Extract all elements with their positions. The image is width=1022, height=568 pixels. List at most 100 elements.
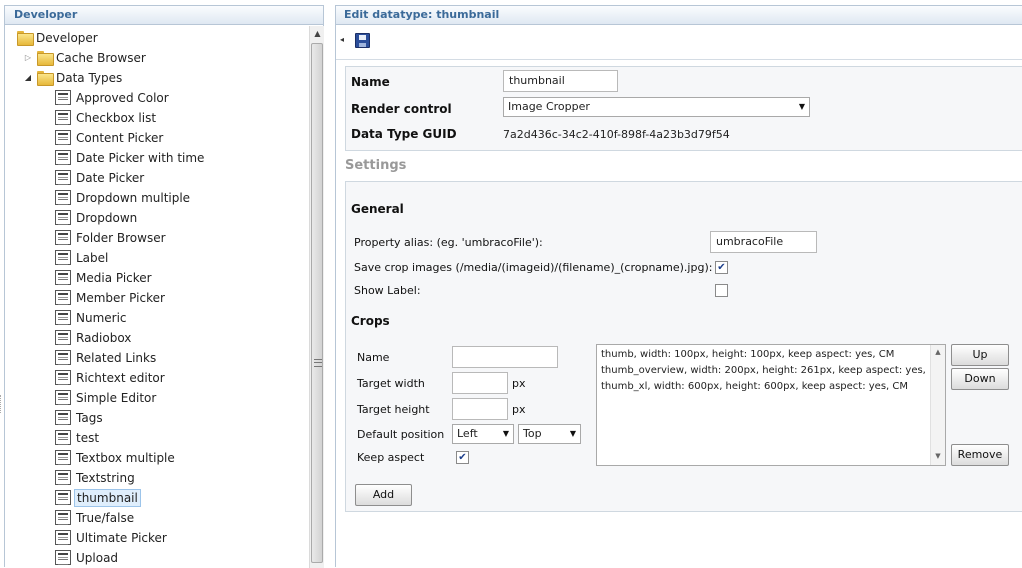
tree-node-label: Textbox multiple — [76, 451, 175, 465]
splitter-handle[interactable] — [0, 395, 3, 413]
scrollbar-thumb[interactable] — [311, 43, 323, 563]
tree-node-data-type[interactable]: Media Picker — [55, 269, 295, 287]
tree-node-label: test — [76, 431, 100, 445]
datatype-icon — [55, 530, 71, 545]
target-width-input[interactable] — [452, 372, 508, 394]
tree-node-data-type[interactable]: Tags — [55, 409, 295, 427]
property-alias-label: Property alias: (eg. 'umbracoFile'): — [354, 236, 543, 249]
tree-node-label: Numeric — [76, 311, 127, 325]
datatype-icon — [55, 190, 71, 205]
datatype-icon — [55, 170, 71, 185]
tree-node-data-type[interactable]: Date Picker — [55, 169, 295, 187]
tree-node-data-types[interactable]: ◢ Data Types — [23, 69, 293, 87]
save-crop-checkbox[interactable]: ✔ — [715, 261, 728, 274]
crop-list-item[interactable]: thumb, width: 100px, height: 100px, keep… — [601, 349, 894, 360]
crop-list-scrollbar[interactable]: ▲ ▼ — [930, 345, 945, 465]
tree-scrollbar[interactable]: ▲ — [309, 26, 324, 568]
tree-node-data-type[interactable]: Label — [55, 249, 295, 267]
collapse-arrow-icon[interactable]: ◂ — [340, 35, 344, 44]
tree-node-label: Simple Editor — [76, 391, 157, 405]
tree-node-label: Dropdown multiple — [76, 191, 191, 205]
tree-node-data-type[interactable]: Member Picker — [55, 289, 295, 307]
tree-node-data-type[interactable]: Content Picker — [55, 129, 295, 147]
tree-node-data-type[interactable]: Dropdown — [55, 209, 295, 227]
datatype-icon — [55, 390, 71, 405]
tree-node-data-type[interactable]: Textbox multiple — [55, 449, 295, 467]
general-title: General — [351, 202, 404, 216]
target-height-input[interactable] — [452, 398, 508, 420]
datatype-icon — [55, 430, 71, 445]
datatype-icon — [55, 310, 71, 325]
tree-node-data-type[interactable]: Dropdown multiple — [55, 189, 295, 207]
datatype-icon — [55, 250, 71, 265]
settings-title: Settings — [345, 158, 407, 173]
collapse-arrow-icon[interactable]: ◢ — [23, 69, 33, 87]
save-icon[interactable] — [355, 33, 370, 48]
datatype-icon — [55, 130, 71, 145]
render-control-select[interactable]: Image Cropper ▼ — [503, 97, 810, 117]
chevron-down-icon: ▼ — [502, 429, 509, 438]
grip-icon — [314, 359, 322, 367]
datatype-icon — [55, 90, 71, 105]
tree-node-data-type[interactable]: thumbnail — [55, 489, 295, 507]
datatype-icon — [55, 370, 71, 385]
tree-node-label: Dropdown — [76, 211, 138, 225]
edit-datatype-title: Edit datatype: thumbnail — [336, 6, 1022, 25]
tree-node-data-type[interactable]: Folder Browser — [55, 229, 295, 247]
position-vertical-select[interactable]: Top ▼ — [518, 424, 581, 444]
expand-arrow-icon[interactable]: ▷ — [23, 49, 33, 67]
crop-list-item[interactable]: thumb_overview, width: 200px, height: 26… — [601, 365, 926, 376]
datatype-icon — [55, 410, 71, 425]
scroll-down-arrow-icon[interactable]: ▼ — [931, 452, 945, 460]
tree-node-label: Upload — [76, 551, 119, 565]
move-down-button[interactable]: Down — [951, 368, 1009, 390]
tree-node-label: Checkbox list — [76, 111, 157, 125]
tree-node-data-type[interactable]: Ultimate Picker — [55, 529, 295, 547]
default-position-label: Default position — [357, 428, 445, 441]
tree-node-data-type[interactable]: Checkbox list — [55, 109, 295, 127]
tree-node-data-type[interactable]: Radiobox — [55, 329, 295, 347]
scroll-up-arrow-icon[interactable]: ▲ — [931, 348, 945, 356]
crop-name-label: Name — [357, 351, 390, 364]
datatype-icon — [55, 450, 71, 465]
tree-node-developer[interactable]: Developer — [17, 29, 297, 47]
datatype-icon — [55, 270, 71, 285]
tree-node-label: Member Picker — [76, 291, 165, 305]
datatype-icon — [55, 110, 71, 125]
property-alias-input[interactable]: umbracoFile — [710, 231, 817, 253]
tree-node-cache-browser[interactable]: ▷ Cache Browser — [23, 49, 293, 67]
tree-node-data-type[interactable]: True/false — [55, 509, 295, 527]
position-horizontal-select[interactable]: Left ▼ — [452, 424, 514, 444]
tree-node-data-type[interactable]: Approved Color — [55, 89, 295, 107]
remove-crop-button[interactable]: Remove — [951, 444, 1009, 466]
tree-node-label: Date Picker with time — [76, 151, 205, 165]
tree-node-label: Tags — [76, 411, 103, 425]
tree-node-data-type[interactable]: Numeric — [55, 309, 295, 327]
tree-node-label: thumbnail — [74, 489, 141, 507]
tree-node-data-type[interactable]: Richtext editor — [55, 369, 295, 387]
crop-list[interactable]: thumb, width: 100px, height: 100px, keep… — [596, 344, 946, 466]
tree-node-data-type[interactable]: Related Links — [55, 349, 295, 367]
crop-list-item[interactable]: thumb_xl, width: 600px, height: 600px, k… — [601, 381, 908, 392]
tree-node-label: Radiobox — [76, 331, 132, 345]
name-input[interactable]: thumbnail — [503, 70, 618, 92]
tree-node-data-type[interactable]: test — [55, 429, 295, 447]
datatype-properties: Name thumbnail Render control Image Crop… — [345, 66, 1022, 151]
developer-tree: Developer ▷ Cache Browser ◢ Data Types A… — [5, 26, 309, 568]
move-up-button[interactable]: Up — [951, 344, 1009, 366]
crop-name-input[interactable] — [452, 346, 558, 368]
tree-node-label: Ultimate Picker — [76, 531, 167, 545]
show-label-checkbox[interactable] — [715, 284, 728, 297]
add-crop-button[interactable]: Add — [355, 484, 412, 506]
keep-aspect-checkbox[interactable]: ✔ — [456, 451, 469, 464]
tree-node-data-type[interactable]: Date Picker with time — [55, 149, 295, 167]
datatype-icon — [55, 290, 71, 305]
tree-node-data-type[interactable]: Simple Editor — [55, 389, 295, 407]
scroll-up-arrow-icon[interactable]: ▲ — [310, 26, 325, 42]
folder-icon — [37, 51, 54, 66]
tree-node-data-type[interactable]: Textstring — [55, 469, 295, 487]
position-vertical-value: Top — [523, 427, 542, 440]
tree-node-data-type[interactable]: Upload — [55, 549, 295, 567]
developer-panel: Developer Developer ▷ Cache Browser ◢ Da… — [4, 5, 324, 568]
datatype-icon — [55, 350, 71, 365]
